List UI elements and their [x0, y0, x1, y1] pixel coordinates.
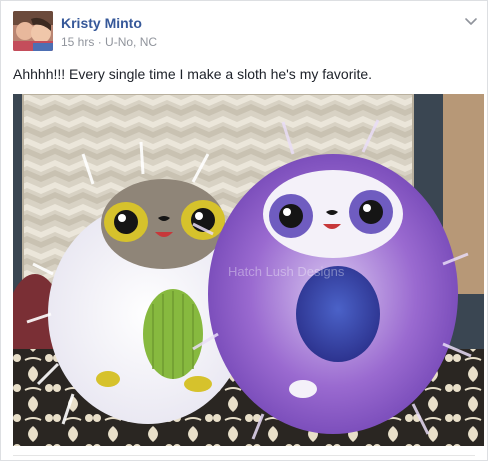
post-photo[interactable]: Hatch Lush Designs	[13, 94, 484, 446]
post-card: Kristy Minto 15 hrs · U-No, NC Ahhhh!!! …	[0, 0, 488, 461]
post-divider	[13, 455, 475, 460]
post-subline: 15 hrs · U-No, NC	[61, 34, 157, 50]
post-location[interactable]: U-No, NC	[105, 35, 157, 49]
post-text: Ahhhh!!! Every single time I make a slot…	[13, 66, 373, 82]
photo-watermark: Hatch Lush Designs	[228, 264, 345, 279]
avatar[interactable]	[13, 11, 53, 51]
author-name-link[interactable]: Kristy Minto	[61, 14, 157, 32]
separator-dot: ·	[97, 35, 102, 49]
post-header: Kristy Minto 15 hrs · U-No, NC	[13, 11, 157, 55]
post-meta: Kristy Minto 15 hrs · U-No, NC	[61, 14, 157, 50]
chevron-down-icon[interactable]	[463, 13, 479, 29]
post-timestamp[interactable]: 15 hrs	[61, 35, 94, 49]
